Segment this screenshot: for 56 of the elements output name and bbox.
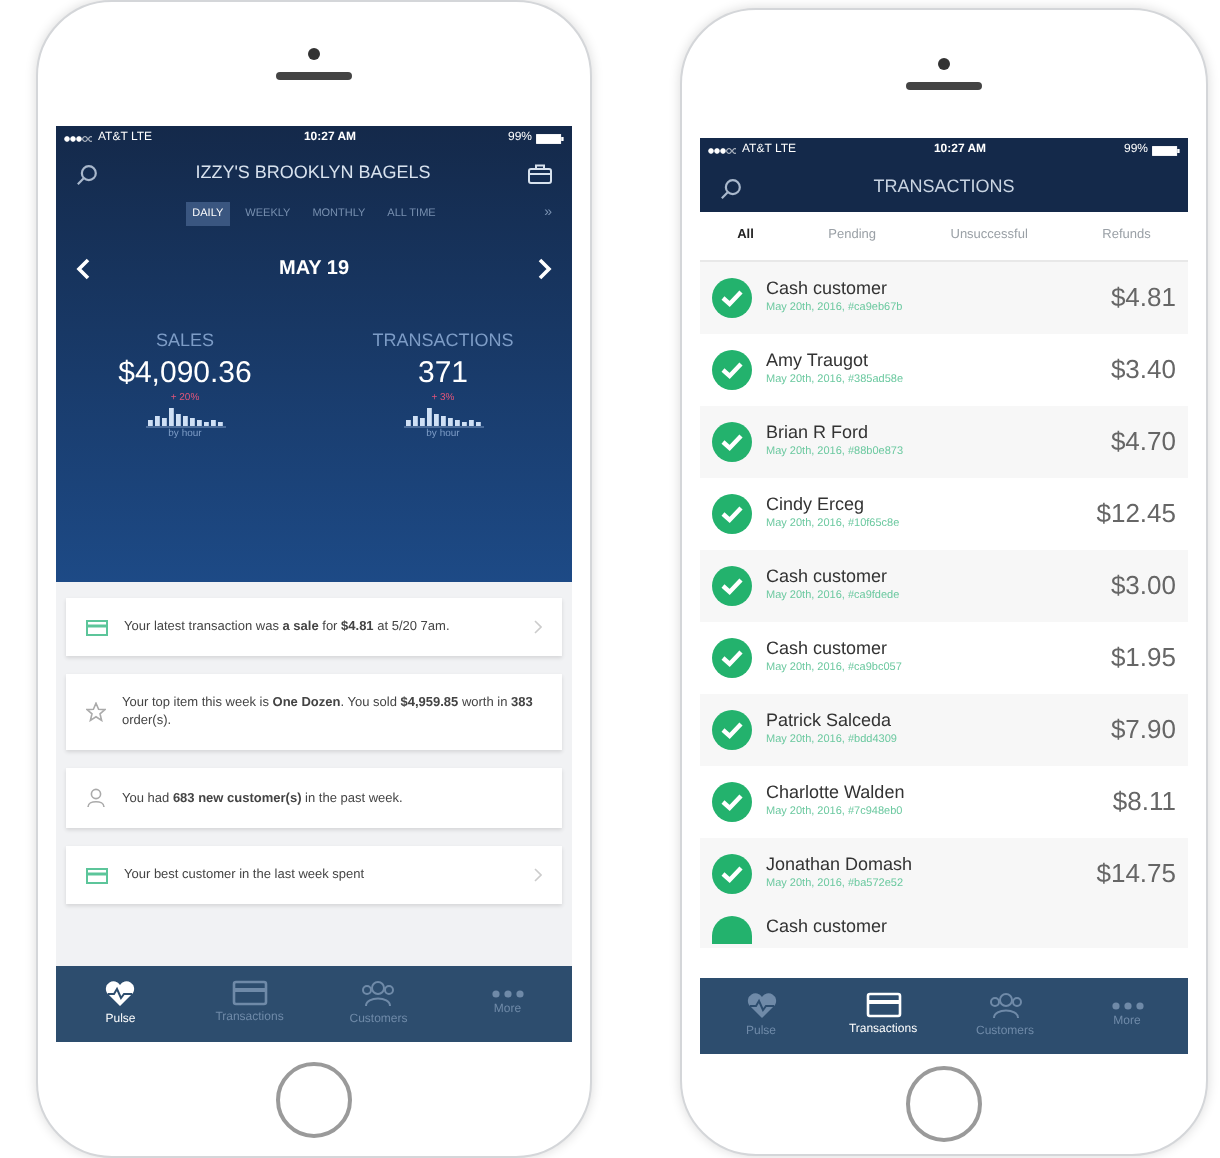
date-label: MAY 19 [278, 255, 350, 283]
store-title: IZZY'S BROOKLYN BAGELS [195, 160, 431, 187]
home-button[interactable] [276, 1061, 352, 1137]
people-icon [987, 991, 1023, 1019]
search-icon[interactable] [720, 177, 742, 199]
credit-card-icon [231, 980, 268, 1006]
stat-value: $4,090.36 [118, 355, 252, 391]
customer-name: Patrick Salceda [766, 710, 894, 733]
transaction-amount: $3.40 [1110, 352, 1176, 389]
signal-icon [708, 148, 736, 154]
transaction-amount: $8.11 [1112, 784, 1176, 821]
stat-label: TRANSACTIONS [372, 328, 514, 354]
customer-name: Jonathan Domash [766, 854, 915, 877]
customer-name: Cash customer [766, 638, 890, 661]
transaction-amount: $4.81 [1110, 280, 1176, 317]
sparkline-drawing [145, 406, 225, 428]
star-icon [86, 702, 106, 722]
speaker-icon [276, 72, 352, 80]
card-icon [86, 867, 108, 883]
screen-title: TRANSACTIONS [873, 174, 1015, 201]
transaction-amount: $14.75 [1096, 856, 1176, 893]
heart-pulse-icon [104, 979, 137, 1007]
customer-name: Cash customer [766, 916, 888, 938]
heart-pulse-icon [745, 991, 777, 1019]
card-icon [86, 619, 108, 635]
transaction-amount: $12.45 [1096, 496, 1176, 533]
signal-icon [64, 136, 92, 142]
sparkline-drawing [403, 406, 483, 428]
battery-icon [536, 134, 564, 144]
battery-icon [1152, 146, 1180, 156]
people-icon [360, 979, 397, 1007]
transaction-amount: $3.00 [1110, 568, 1176, 605]
transaction-amount: $4.70 [1110, 424, 1176, 461]
customer-name: Amy Traugot [766, 350, 871, 373]
home-button[interactable] [906, 1066, 982, 1142]
more-icon [491, 989, 524, 997]
more-icon [1111, 1001, 1143, 1009]
briefcase-icon[interactable] [528, 164, 552, 184]
stat-label: SALES [155, 328, 215, 354]
speaker-icon [906, 82, 982, 90]
customer-name: Cash customer [766, 566, 890, 589]
customer-name: Brian R Ford [766, 422, 871, 445]
person-icon [86, 788, 106, 808]
customer-name: Cindy Erceg [766, 494, 867, 517]
search-icon[interactable] [76, 163, 98, 185]
previous-icon[interactable] [76, 257, 90, 279]
customer-name: Charlotte Walden [766, 782, 907, 805]
transaction-amount: $7.90 [1110, 712, 1176, 749]
credit-card-icon [865, 992, 901, 1018]
camera-icon [938, 58, 950, 70]
camera-icon [308, 48, 320, 60]
stat-value: 371 [417, 355, 469, 391]
next-icon[interactable] [538, 257, 552, 279]
customer-name: Cash customer [766, 278, 890, 301]
transaction-amount: $1.95 [1110, 640, 1176, 677]
transaction-row[interactable]: Cash customer [700, 910, 1188, 948]
